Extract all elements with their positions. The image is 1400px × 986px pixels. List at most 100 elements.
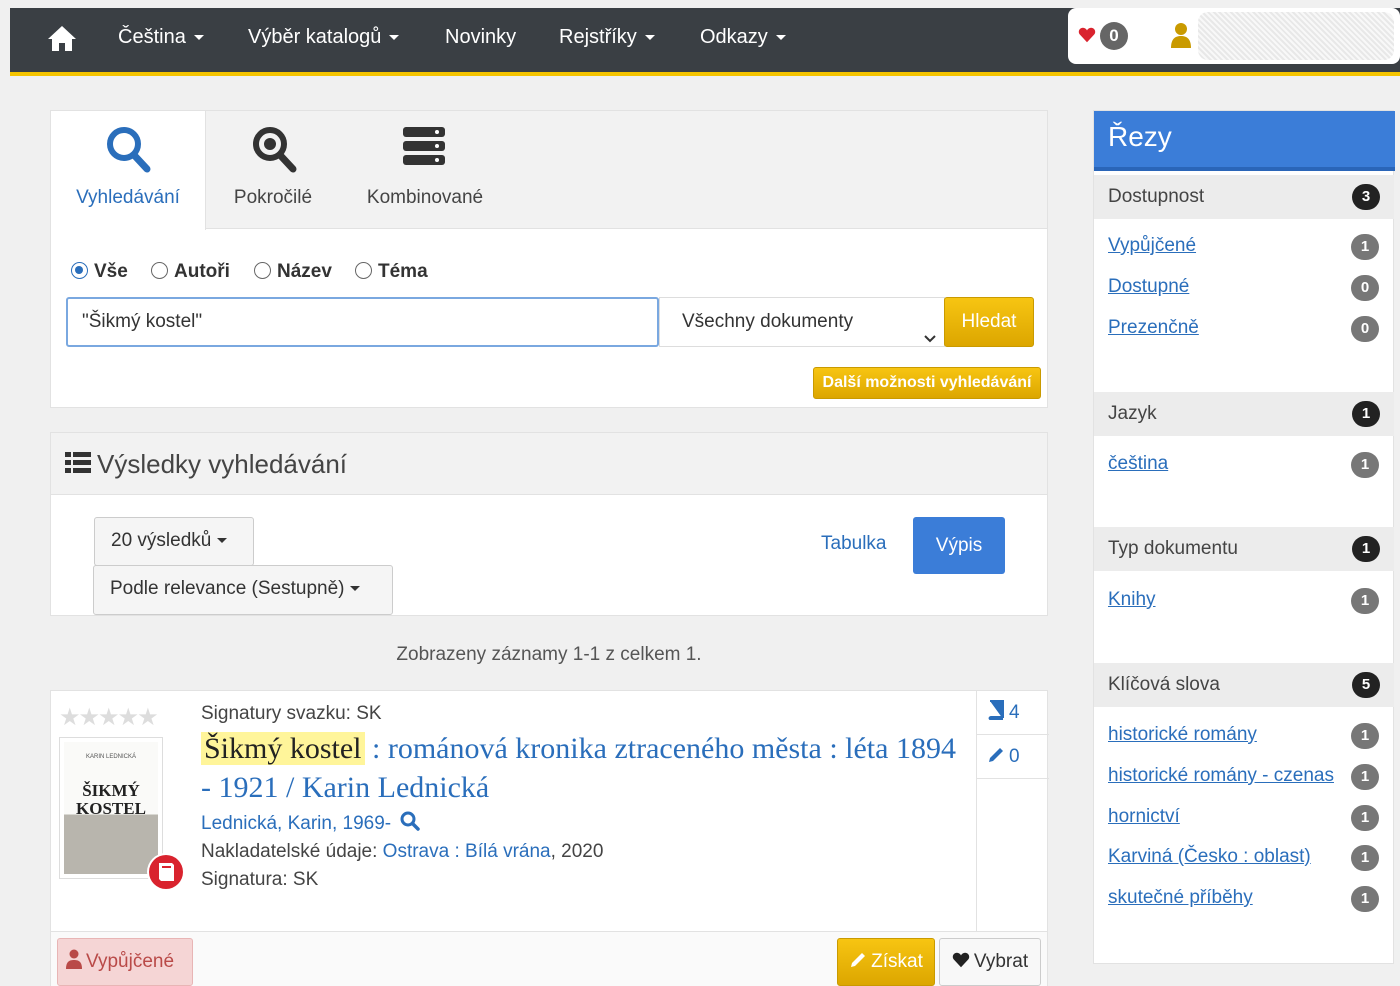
facet-item-in-library[interactable]: Prezenčně bbox=[1108, 317, 1199, 339]
facet-group-language[interactable]: Jazyk 1 bbox=[1094, 392, 1394, 436]
caret-down-icon bbox=[350, 586, 361, 592]
user-icon[interactable] bbox=[1170, 22, 1192, 48]
heart-icon bbox=[952, 941, 970, 986]
book-icon bbox=[987, 693, 1005, 737]
result-record: ★★★★★ KARIN LEDNICKÁ ŠIKMÝ KOSTEL Signat… bbox=[50, 690, 1049, 986]
nav-catalog-label: Výběr katalogů bbox=[248, 26, 382, 48]
facet-item-karvina[interactable]: Karviná (Česko : oblast) bbox=[1108, 846, 1311, 868]
nav-catalog-menu[interactable]: Výběr katalogů bbox=[248, 26, 400, 49]
facet-group-doc-type[interactable]: Typ dokumentu 1 bbox=[1094, 527, 1394, 571]
reviews-count-link[interactable]: 0 bbox=[977, 735, 1049, 779]
get-button-label: Získat bbox=[871, 951, 923, 972]
author-name: Lednická, Karin, 1969- bbox=[201, 813, 392, 834]
page-size-dropdown[interactable]: 20 výsledků bbox=[94, 517, 254, 566]
nav-indexes-menu[interactable]: Rejstříky bbox=[559, 26, 655, 49]
record-signature: Signatura: SK bbox=[201, 869, 319, 890]
facet-item-count: 0 bbox=[1351, 275, 1379, 301]
availability-status-button[interactable]: Vypůjčené bbox=[57, 938, 193, 986]
select-favorite-button[interactable]: Vybrat bbox=[939, 938, 1041, 986]
rating-stars[interactable]: ★★★★★ bbox=[59, 703, 159, 732]
facet-item-czech[interactable]: čeština bbox=[1108, 453, 1168, 475]
facets-title: Řezy bbox=[1094, 111, 1395, 171]
sort-label: Podle relevance (Sestupně) bbox=[110, 578, 345, 599]
caret-down-icon bbox=[644, 35, 655, 41]
publisher-label: Nakladatelské údaje: bbox=[201, 841, 383, 862]
publisher-name-link[interactable]: Bílá vrána bbox=[465, 841, 551, 862]
facet-item-available[interactable]: Dostupné bbox=[1108, 276, 1189, 298]
search-input[interactable]: "Šikmý kostel" bbox=[66, 297, 659, 347]
results-header: Výsledky vyhledávání bbox=[51, 433, 1047, 495]
scope-all-label: Vše bbox=[94, 261, 128, 282]
publisher-separator: : bbox=[449, 841, 466, 862]
scope-title-radio[interactable]: Název bbox=[254, 261, 332, 283]
facet-item-count: 1 bbox=[1351, 234, 1379, 260]
cover-image: KARIN LEDNICKÁ ŠIKMÝ KOSTEL bbox=[64, 742, 158, 874]
get-button[interactable]: Získat bbox=[837, 938, 935, 986]
scope-title-label: Název bbox=[277, 261, 332, 282]
facet-group-count: 1 bbox=[1352, 536, 1380, 562]
tab-basic-search-label: Vyhledávání bbox=[76, 187, 180, 208]
tab-combined-search-label: Kombinované bbox=[366, 187, 484, 208]
chevron-down-icon bbox=[924, 316, 936, 343]
facets-sidebar: Řezy Dostupnost 3 Vypůjčené 1 Dostupné 0 … bbox=[1093, 110, 1395, 964]
search-submit-button[interactable]: Hledat bbox=[944, 297, 1034, 347]
tab-basic-search[interactable]: Vyhledávání bbox=[51, 111, 206, 230]
publication-info: Nakladatelské údaje: Ostrava : Bílá vrán… bbox=[201, 841, 603, 863]
radio-unchecked-icon bbox=[254, 262, 271, 279]
tab-combined-search[interactable]: Kombinované bbox=[340, 111, 510, 229]
view-list-button[interactable]: Výpis bbox=[913, 517, 1005, 574]
nav-language-menu[interactable]: Čeština bbox=[118, 26, 204, 49]
facet-item-historical-novels[interactable]: historické romány bbox=[1108, 724, 1257, 746]
facet-group-label: Typ dokumentu bbox=[1108, 538, 1238, 559]
facet-item-count: 1 bbox=[1351, 588, 1379, 614]
heart-icon[interactable] bbox=[1078, 26, 1096, 44]
scope-topic-label: Téma bbox=[378, 261, 428, 282]
facet-item-count: 1 bbox=[1351, 452, 1379, 478]
user-box: 0 bbox=[1068, 8, 1400, 64]
record-title-link[interactable]: Šikmý kostel : románová kronika ztracené… bbox=[201, 729, 971, 807]
facet-item-historical-novels-czenas[interactable]: historické romány - czenas bbox=[1108, 765, 1334, 787]
favorites-count[interactable]: 0 bbox=[1100, 22, 1128, 50]
facet-item-count: 0 bbox=[1351, 316, 1379, 342]
facet-group-keywords[interactable]: Klíčová slova 5 bbox=[1094, 663, 1394, 707]
facet-item-books[interactable]: Knihy bbox=[1108, 589, 1156, 611]
nav-language-label: Čeština bbox=[118, 26, 186, 48]
scope-topic-radio[interactable]: Téma bbox=[355, 261, 428, 283]
record-actions: Vypůjčené Získat Vybrat bbox=[51, 931, 1047, 986]
facet-group-availability[interactable]: Dostupnost 3 bbox=[1094, 175, 1394, 219]
publisher-year: , 2020 bbox=[550, 841, 604, 862]
tab-advanced-search[interactable]: Pokročilé bbox=[206, 111, 340, 229]
search-icon[interactable] bbox=[400, 811, 421, 837]
scope-authors-radio[interactable]: Autoři bbox=[151, 261, 230, 283]
author-link[interactable]: Lednická, Karin, 1969- bbox=[201, 811, 421, 837]
search-icon bbox=[105, 125, 151, 178]
sort-dropdown[interactable]: Podle relevance (Sestupně) bbox=[93, 565, 393, 615]
scope-all-radio[interactable]: Vše bbox=[71, 261, 128, 283]
facet-item-borrowed[interactable]: Vypůjčené bbox=[1108, 235, 1196, 257]
volume-signature: Signatury svazku: SK bbox=[201, 703, 382, 724]
nav-links-menu[interactable]: Odkazy bbox=[700, 26, 786, 49]
home-icon[interactable] bbox=[46, 22, 78, 54]
user-name-redacted[interactable] bbox=[1198, 12, 1394, 60]
list-icon bbox=[65, 451, 91, 475]
facet-item-mining[interactable]: hornictví bbox=[1108, 806, 1180, 828]
facet-group-count: 1 bbox=[1352, 401, 1380, 427]
cover-author-text: KARIN LEDNICKÁ bbox=[85, 754, 136, 760]
facet-group-count: 3 bbox=[1352, 184, 1380, 210]
scope-authors-label: Autoři bbox=[174, 261, 230, 282]
user-icon bbox=[66, 941, 82, 986]
cover-title-text: ŠIKMÝ KOSTEL bbox=[76, 781, 146, 818]
facet-item-count: 1 bbox=[1351, 805, 1379, 831]
view-table-link[interactable]: Tabulka bbox=[821, 533, 887, 555]
title-highlight: Šikmý kostel bbox=[201, 732, 365, 765]
nav-links-label: Odkazy bbox=[700, 26, 768, 48]
radio-unchecked-icon bbox=[355, 262, 372, 279]
document-type-select[interactable]: Všechny dokumenty bbox=[659, 297, 945, 347]
facet-item-true-stories[interactable]: skutečné příběhy bbox=[1108, 887, 1253, 909]
publisher-place-link[interactable]: Ostrava bbox=[383, 841, 450, 862]
facet-item-count: 1 bbox=[1351, 845, 1379, 871]
copies-count-link[interactable]: 4 bbox=[977, 691, 1049, 735]
facet-item-count: 1 bbox=[1351, 723, 1379, 749]
more-search-options-button[interactable]: Další možnosti vyhledávání bbox=[813, 367, 1041, 399]
nav-news-link[interactable]: Novinky bbox=[445, 26, 516, 49]
